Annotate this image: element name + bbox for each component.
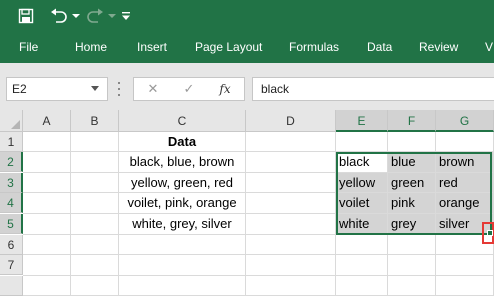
tab-view[interactable]: V [485,33,493,63]
cell-f2[interactable]: blue [388,152,436,173]
cell-b6[interactable] [71,235,119,255]
cell-a2[interactable] [23,152,71,173]
cell-f1[interactable] [388,132,436,152]
cancel-icon[interactable]: ✕ [142,80,164,98]
cell-a5[interactable] [23,214,71,235]
cell-d4[interactable] [246,193,336,214]
cell-d3[interactable] [246,173,336,193]
formula-value: black [261,82,290,96]
cell-c3[interactable]: yellow, green, red [119,173,246,193]
save-icon[interactable] [15,4,37,28]
cell-a3[interactable] [23,173,71,193]
column-header-c[interactable]: C [119,110,246,132]
cell-b3[interactable] [71,173,119,193]
row-header-1[interactable]: 1 [0,132,23,152]
column-header-g[interactable]: G [436,110,494,132]
row-header-5[interactable]: 5 [0,214,23,234]
cell-f6[interactable] [388,235,436,255]
cell-a8[interactable] [23,276,71,296]
column-header-e[interactable]: E [336,110,388,132]
name-box[interactable]: E2 [6,77,108,101]
cell-b4[interactable] [71,193,119,214]
column-header-a[interactable]: A [23,110,71,132]
cell-b5[interactable] [71,214,119,235]
cell-g8[interactable] [436,276,494,296]
cell-g3[interactable]: red [436,173,494,193]
row-header-8[interactable] [0,276,23,296]
column-header-f[interactable]: F [388,110,436,132]
cell-e3[interactable]: yellow [336,173,388,193]
redo-icon [84,4,106,28]
tab-file[interactable]: File [19,33,38,63]
cell-c5[interactable]: white, grey, silver [119,214,246,235]
cell-d1[interactable] [246,132,336,152]
column-header-d[interactable]: D [246,110,336,132]
cell-f7[interactable] [388,255,436,276]
cell-g7[interactable] [436,255,494,276]
column-header-b[interactable]: B [71,110,119,132]
name-box-value: E2 [12,82,27,96]
tab-data[interactable]: Data [367,33,392,63]
redo-dropdown-icon [107,4,117,28]
cell-f5[interactable]: grey [388,214,436,235]
ribbon-tabs: File Home Insert Page Layout Formulas Da… [0,33,494,63]
row-header-3[interactable]: 3 [0,173,23,193]
row-header-2[interactable]: 2 [0,152,23,172]
enter-icon[interactable]: ✓ [178,80,200,98]
chevron-down-icon[interactable] [91,86,99,91]
cell-g2[interactable]: brown [436,152,494,173]
tab-formulas[interactable]: Formulas [289,33,339,63]
row-header-7[interactable]: 7 [0,255,23,275]
tab-page-layout[interactable]: Page Layout [195,33,262,63]
cell-c6[interactable] [119,235,246,255]
row-header-6[interactable]: 6 [0,235,23,255]
cell-c1[interactable]: Data [119,132,246,152]
undo-dropdown-icon[interactable] [71,4,81,28]
cell-e2[interactable]: black [336,152,388,173]
cell-e6[interactable] [336,235,388,255]
fill-handle[interactable] [487,230,493,236]
cell-e7[interactable] [336,255,388,276]
select-all-button[interactable] [0,110,23,132]
formula-buttons: ✕ ✓ fx [133,77,245,101]
cell-a1[interactable] [23,132,71,152]
cell-g1[interactable] [436,132,494,152]
cell-g4[interactable]: orange [436,193,494,214]
title-bar [0,0,494,33]
cell-b2[interactable] [71,152,119,173]
cell-c2[interactable]: black, blue, brown [119,152,246,173]
undo-icon[interactable] [48,4,70,28]
cell-d5[interactable] [246,214,336,235]
cell-c4[interactable]: voilet, pink, orange [119,193,246,214]
cell-e5[interactable]: white [336,214,388,235]
tab-insert[interactable]: Insert [137,33,167,63]
insert-function-icon[interactable]: fx [214,80,236,98]
tab-review[interactable]: Review [419,33,458,63]
cell-b7[interactable] [71,255,119,276]
cell-a7[interactable] [23,255,71,276]
cell-c8[interactable] [119,276,246,296]
tab-home[interactable]: Home [75,33,107,63]
cell-b1[interactable] [71,132,119,152]
cell-d2[interactable] [246,152,336,173]
cell-d8[interactable] [246,276,336,296]
cell-e1[interactable] [336,132,388,152]
formula-bar-grip[interactable] [117,82,121,96]
customize-dropdown-icon[interactable] [120,4,132,28]
cell-a6[interactable] [23,235,71,255]
cell-f4[interactable]: pink [388,193,436,214]
formula-input[interactable]: black [252,77,494,101]
cell-d7[interactable] [246,255,336,276]
row-header-4[interactable]: 4 [0,193,23,213]
cell-b8[interactable] [71,276,119,296]
cell-a4[interactable] [23,193,71,214]
cell-e4[interactable]: voilet [336,193,388,214]
cell-f8[interactable] [388,276,436,296]
cell-f3[interactable]: green [388,173,436,193]
cell-c7[interactable] [119,255,246,276]
cell-d6[interactable] [246,235,336,255]
cell-e8[interactable] [336,276,388,296]
